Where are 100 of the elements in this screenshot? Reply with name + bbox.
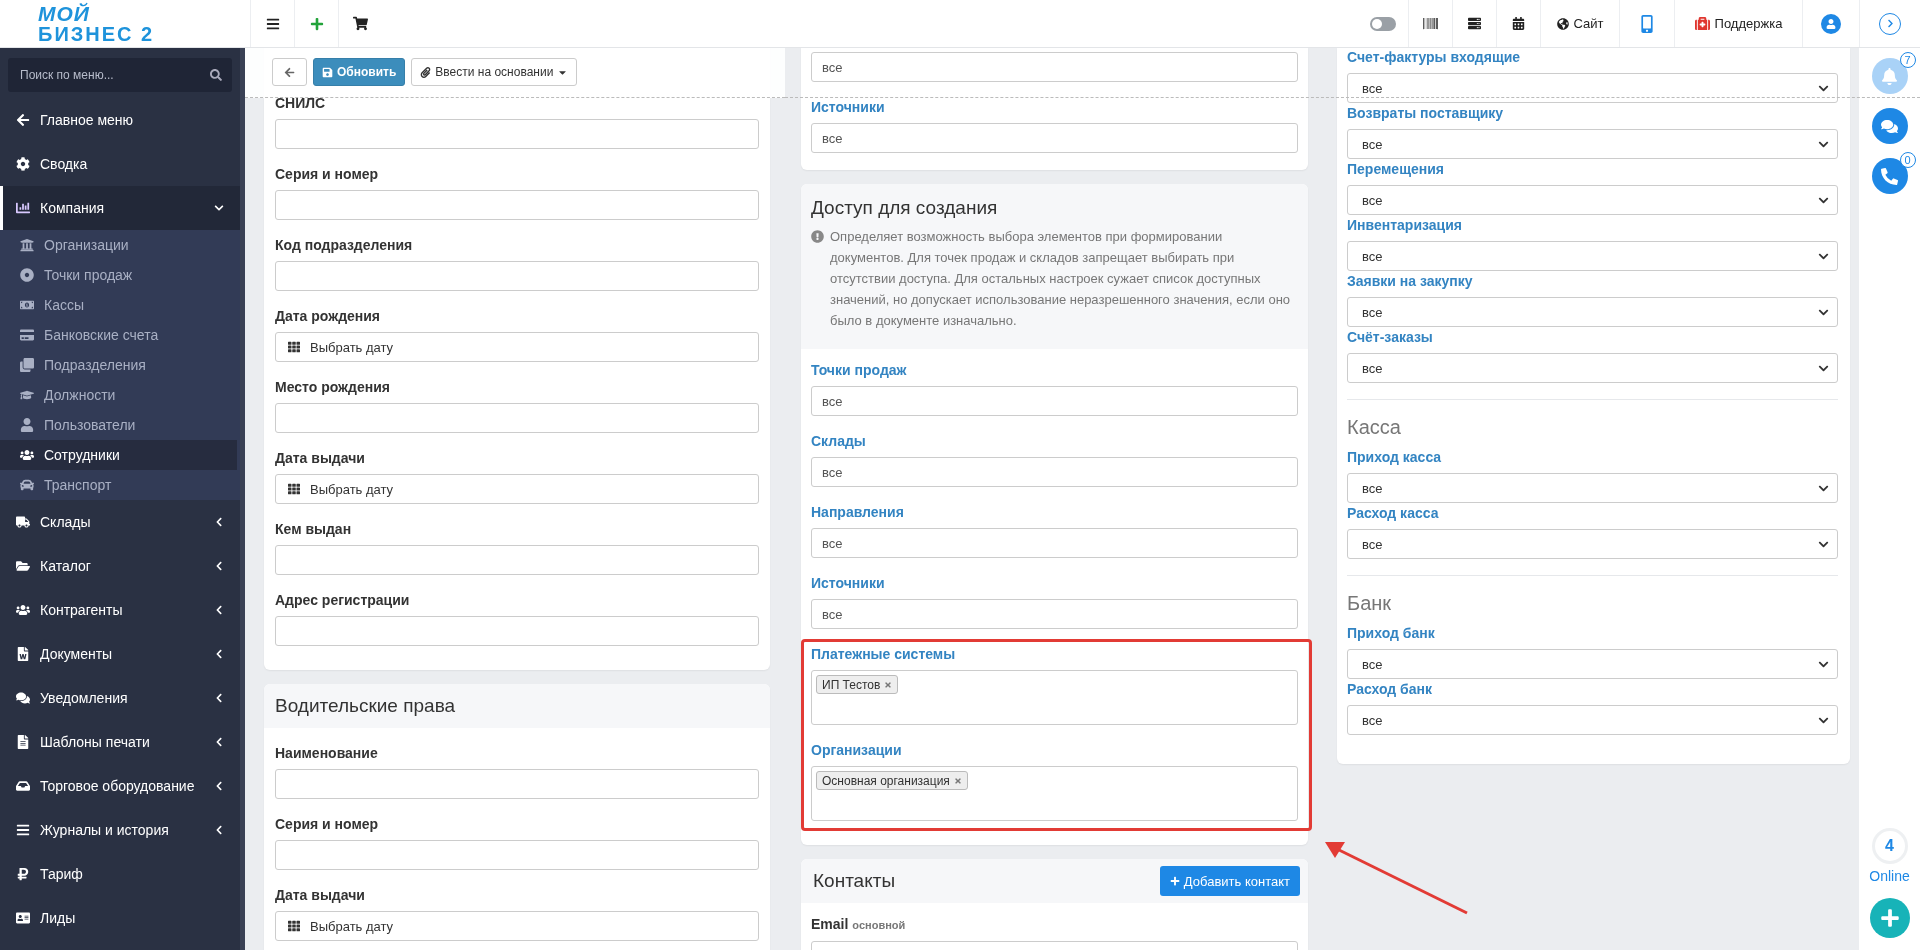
sidebar-item[interactable]: Документы: [0, 632, 240, 676]
contact-card-icon: [16, 911, 30, 925]
grid-icon: [288, 341, 300, 353]
arrow-left-icon: [16, 113, 30, 127]
add-contact-button[interactable]: Добавить контакт: [1159, 866, 1300, 896]
user-avatar: [1821, 13, 1841, 34]
sidebar-subitem[interactable]: Кассы: [0, 290, 240, 320]
sidebar-subitem[interactable]: Подразделения: [0, 350, 240, 380]
close-icon[interactable]: [953, 776, 962, 785]
sidebar-subitem[interactable]: Сотрудники: [0, 440, 237, 470]
date-picker-field[interactable]: Выбрать дату: [275, 332, 759, 362]
sidebar-item[interactable]: Компания: [0, 186, 240, 230]
text-input[interactable]: [275, 769, 759, 799]
sidebar-subitem[interactable]: Должности: [0, 380, 240, 410]
phone-button[interactable]: [1871, 158, 1908, 194]
sidebar-item[interactable]: Сводка: [0, 142, 240, 186]
bar-chart-icon: [16, 201, 30, 215]
text-input[interactable]: [275, 190, 759, 220]
sidebar-subitem[interactable]: Транспорт: [0, 470, 240, 500]
sidebar-subitem[interactable]: Пользователи: [0, 410, 240, 440]
field-label: Инвентаризация: [1347, 216, 1463, 234]
date-picker-field[interactable]: Выбрать дату: [275, 911, 759, 941]
field-label: Кем выдан: [275, 520, 353, 538]
select-field[interactable]: все: [1347, 353, 1838, 383]
notification-count: 7: [1899, 52, 1916, 68]
field-label: Счет-фактуры входящие: [1347, 48, 1522, 66]
sidebar-item[interactable]: Журналы и история: [0, 808, 240, 852]
field-label: Склады: [811, 432, 867, 450]
sidebar-item[interactable]: Торговое оборудование: [0, 764, 240, 808]
text-input[interactable]: [275, 545, 759, 575]
close-icon[interactable]: [884, 680, 893, 689]
sidebar-item[interactable]: Контрагенты: [0, 588, 240, 632]
sidebar-item[interactable]: Склады: [0, 500, 240, 544]
sidebar-item[interactable]: Лиды: [0, 896, 240, 940]
grid-icon: [288, 920, 300, 932]
add-button[interactable]: [1869, 898, 1910, 938]
select-field[interactable]: все: [1347, 129, 1838, 159]
field-label: Дата выдачи: [275, 886, 366, 904]
sidebar-item[interactable]: Шаблоны печати: [0, 720, 240, 764]
phone-icon: [1881, 167, 1898, 185]
toggle-switch[interactable]: [1370, 16, 1396, 31]
select-field[interactable]: все: [1347, 241, 1838, 271]
text-input[interactable]: [275, 261, 759, 291]
sidebar-subitem[interactable]: Банковские счета: [0, 320, 240, 350]
filter-input[interactable]: все: [811, 52, 1298, 82]
tag-chip[interactable]: Основная организация: [816, 771, 968, 790]
graduation-cap-icon: [20, 388, 34, 402]
support-link[interactable]: Поддержка: [1674, 0, 1802, 47]
text-input[interactable]: [275, 840, 759, 870]
sidebar-item[interactable]: Тариф: [0, 852, 240, 896]
tag-input-field[interactable]: Основная организация: [811, 766, 1298, 821]
folder-icon: [16, 559, 30, 573]
select-field[interactable]: все: [1347, 73, 1838, 103]
filter-input[interactable]: все: [811, 457, 1298, 487]
chat-bubbles-icon: [16, 691, 30, 705]
select-field[interactable]: все: [1347, 529, 1838, 559]
back-button[interactable]: [272, 58, 307, 86]
filter-input[interactable]: все: [811, 528, 1298, 558]
section-title: Банк: [1347, 591, 1393, 616]
sidebar-item[interactable]: Главное меню: [0, 98, 240, 142]
gear-icon: [16, 157, 30, 171]
field-label: Код подразделения: [275, 236, 414, 254]
field-label: Направления: [811, 503, 905, 521]
text-input[interactable]: [275, 119, 759, 149]
select-field[interactable]: все: [1347, 649, 1838, 679]
tag-chip[interactable]: ИП Тестов: [816, 675, 899, 694]
site-link[interactable]: Сайт: [1540, 0, 1619, 47]
tray-icon: [16, 779, 30, 793]
bell-icon: [1881, 67, 1898, 85]
select-field[interactable]: все: [1347, 473, 1838, 503]
filter-input[interactable]: все: [811, 599, 1298, 629]
sidebar-subitem[interactable]: Организации: [0, 230, 240, 260]
tag-input-field[interactable]: ИП Тестов: [811, 670, 1298, 725]
credit-card-icon: [20, 328, 34, 342]
globe-icon: [1556, 17, 1569, 30]
sidebar-subitem[interactable]: Точки продаж: [0, 260, 240, 290]
select-field[interactable]: все: [1347, 297, 1838, 327]
card-title: Контакты: [813, 869, 896, 893]
field-label: Источники: [811, 574, 886, 592]
text-input[interactable]: [275, 403, 759, 433]
document-icon: [16, 647, 30, 661]
field-label: Расход банк: [1347, 680, 1434, 698]
description-text: Определяет возможность выбора элементов при формировании документов. Для точек продаж и складов запрещает выбирать при отсутствии доступа. Для остальных настроек сужает список доступных значений, но допускает использование неразрешенного значения, если оно было в документе изначально.: [830, 228, 1292, 330]
truck-icon: [16, 515, 30, 529]
sidebar-item[interactable]: Каталог: [0, 544, 240, 588]
create-based-on-button[interactable]: Ввести на основании: [411, 58, 578, 86]
select-field[interactable]: все: [1347, 705, 1838, 735]
search-field[interactable]: Поиск по меню...: [8, 58, 232, 92]
filter-input[interactable]: все: [811, 386, 1298, 416]
stacked-bars-icon: [1468, 17, 1481, 30]
text-input[interactable]: [275, 616, 759, 646]
plus-icon: [309, 16, 324, 31]
filter-input[interactable]: все: [811, 123, 1298, 153]
sidebar-item[interactable]: Уведомления: [0, 676, 240, 720]
date-picker-field[interactable]: Выбрать дату: [275, 474, 759, 504]
select-field[interactable]: все: [1347, 185, 1838, 215]
field-label: Приход банк: [1347, 624, 1436, 642]
chat-button[interactable]: [1871, 108, 1908, 144]
field-label: Возвраты поставщику: [1347, 104, 1505, 122]
update-button[interactable]: Обновить: [313, 58, 406, 86]
